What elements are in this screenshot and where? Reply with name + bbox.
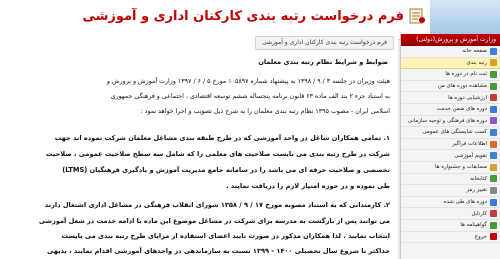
home-icon (490, 47, 497, 55)
sidebar-item[interactable]: ارزشیابی دوره ها (401, 92, 500, 104)
sidebar-item-label: دوره های فرهنگی و توجیه سازمانی (407, 117, 487, 124)
document-line: حداکثر تا شروع سال تحصیلی ۱۴۰۰ - ۱۳۹۹ نس… (47, 247, 390, 255)
service-icon (490, 105, 497, 113)
sidebar-menu: صفحه خانه رتبه بندی ثبت نام در دوره ها مشاه… (401, 46, 500, 244)
sidebar-item[interactable]: کارتابل (401, 208, 500, 220)
sidebar-item[interactable]: تغییر رمز (401, 185, 500, 197)
sidebar-item-label: مشاهده دوره های من (437, 83, 487, 90)
certificate-icon (490, 221, 497, 229)
sidebar-item[interactable]: کسب شایستگی های عمومی (401, 127, 500, 139)
sidebar-item-label: کارتابل (471, 210, 487, 217)
sidebar-item-label: دوره های طی شده (443, 199, 487, 206)
document-line: شرکت در طرح رتبه بندی می بایست صلاحیت ها… (45, 150, 390, 158)
sidebar-item[interactable]: تقویم آموزشی (401, 150, 500, 162)
form-tab[interactable]: فرم درخواست رتبه بندی کارکنان اداری و آم… (254, 36, 394, 50)
sidebar-item[interactable]: اطلاعات فراگیر (401, 139, 500, 151)
culture-icon (490, 117, 497, 125)
sidebar-item-label: دوره های ضمن خدمت (436, 106, 487, 113)
document-line: ۱. تمامی همکاران شاغل در واحد آموزشی که … (54, 134, 390, 142)
sidebar-item[interactable]: ثبت نام در دوره ها (401, 69, 500, 81)
evaluation-icon (490, 94, 497, 102)
document-line: انتخاب نمایند . لذا همکاران مذکور در صور… (61, 232, 390, 240)
courses-icon (490, 82, 497, 90)
sidebar-item[interactable]: کتابخانه (401, 174, 500, 186)
password-icon (490, 186, 497, 194)
library-icon (490, 175, 497, 183)
document-line: تخصصی و صلاحیت حرفه ای می باشد را در سام… (62, 166, 390, 174)
sidebar-item[interactable]: دوره های ضمن خدمت (401, 104, 500, 116)
sidebar-item[interactable]: دوره های طی شده (401, 197, 500, 209)
sidebar-item-label: کتابخانه (470, 175, 487, 182)
sidebar-item-label: ارزشیابی دوره ها (448, 94, 487, 101)
form-icon (409, 8, 425, 24)
main-content: فرم درخواست رتبه بندی کارکنان اداری و آم… (0, 34, 398, 259)
sidebar-header: وزارت آموزش و پرورش(دولتی) (401, 34, 500, 46)
document-line: هیئت وزیران در جلسه ۳ / ۹ / ۱۳۹۸ به پیشن… (106, 78, 390, 85)
document-line: می توانند پس از بازگشت به مدرسه برای شرک… (38, 217, 390, 225)
info-icon (490, 140, 497, 148)
sidebar: وزارت آموزش و پرورش(دولتی) صفحه خانه رتبه… (400, 34, 500, 259)
sidebar-item[interactable]: صفحه خانه (401, 46, 500, 58)
sidebar-item-label: خروج (474, 233, 487, 240)
sidebar-item-label: ثبت نام در دوره ها (445, 71, 487, 78)
sidebar-item[interactable]: خروج (401, 232, 500, 244)
sidebar-item-label: صفحه خانه (462, 48, 487, 55)
sidebar-item[interactable]: دوره های فرهنگی و توجیه سازمانی (401, 116, 500, 128)
document-line: طی نموده و در حوزه امتیاز لازم را دریافت… (226, 182, 390, 190)
sidebar-item-label: رتبه بندی (466, 59, 487, 66)
document-line: به استناد جزء ۲ بند الف ماده ۶۳ قانون بر… (110, 93, 390, 100)
skill-icon (490, 128, 497, 136)
completed-icon (490, 198, 497, 206)
contest-icon (490, 163, 497, 171)
sidebar-item-label: اطلاعات فراگیر (452, 141, 487, 148)
sidebar-item-label: کسب شایستگی های عمومی (422, 129, 487, 136)
sidebar-item-label: تغییر رمز (466, 187, 487, 194)
calendar-icon (490, 152, 497, 160)
sidebar-item[interactable]: گواهینامه ها (401, 220, 500, 232)
sidebar-item-label: گواهینامه ها (460, 222, 487, 229)
sidebar-item[interactable]: مشاهده دوره های من (401, 81, 500, 93)
cartable-icon (490, 210, 497, 218)
sidebar-item-label: تقویم آموزشی (454, 152, 487, 159)
register-icon (490, 70, 497, 78)
document-line: اسلامی ایران - مصوب ۱۳۹۵ نظام رتبه بندی … (140, 108, 390, 115)
document-line: ۲. کارمندانی که به استناد مصوبه مورخ ۱۷ … (44, 201, 390, 209)
sidebar-item[interactable]: مسابقات و جشنواره ها (401, 162, 500, 174)
rules-document: ضوابط و شرایط نظام رتبه بندی معلمان هیئت… (4, 56, 396, 259)
page-title: فرم درخواست رتبه بندی کارکنان اداری و آم… (82, 9, 404, 24)
logout-icon (490, 233, 497, 241)
sidebar-item[interactable]: رتبه بندی (401, 57, 500, 70)
sidebar-item-label: مسابقات و جشنواره ها (435, 164, 487, 171)
document-heading: ضوابط و شرایط نظام رتبه بندی معلمان (258, 58, 388, 66)
rank-icon (490, 59, 497, 67)
